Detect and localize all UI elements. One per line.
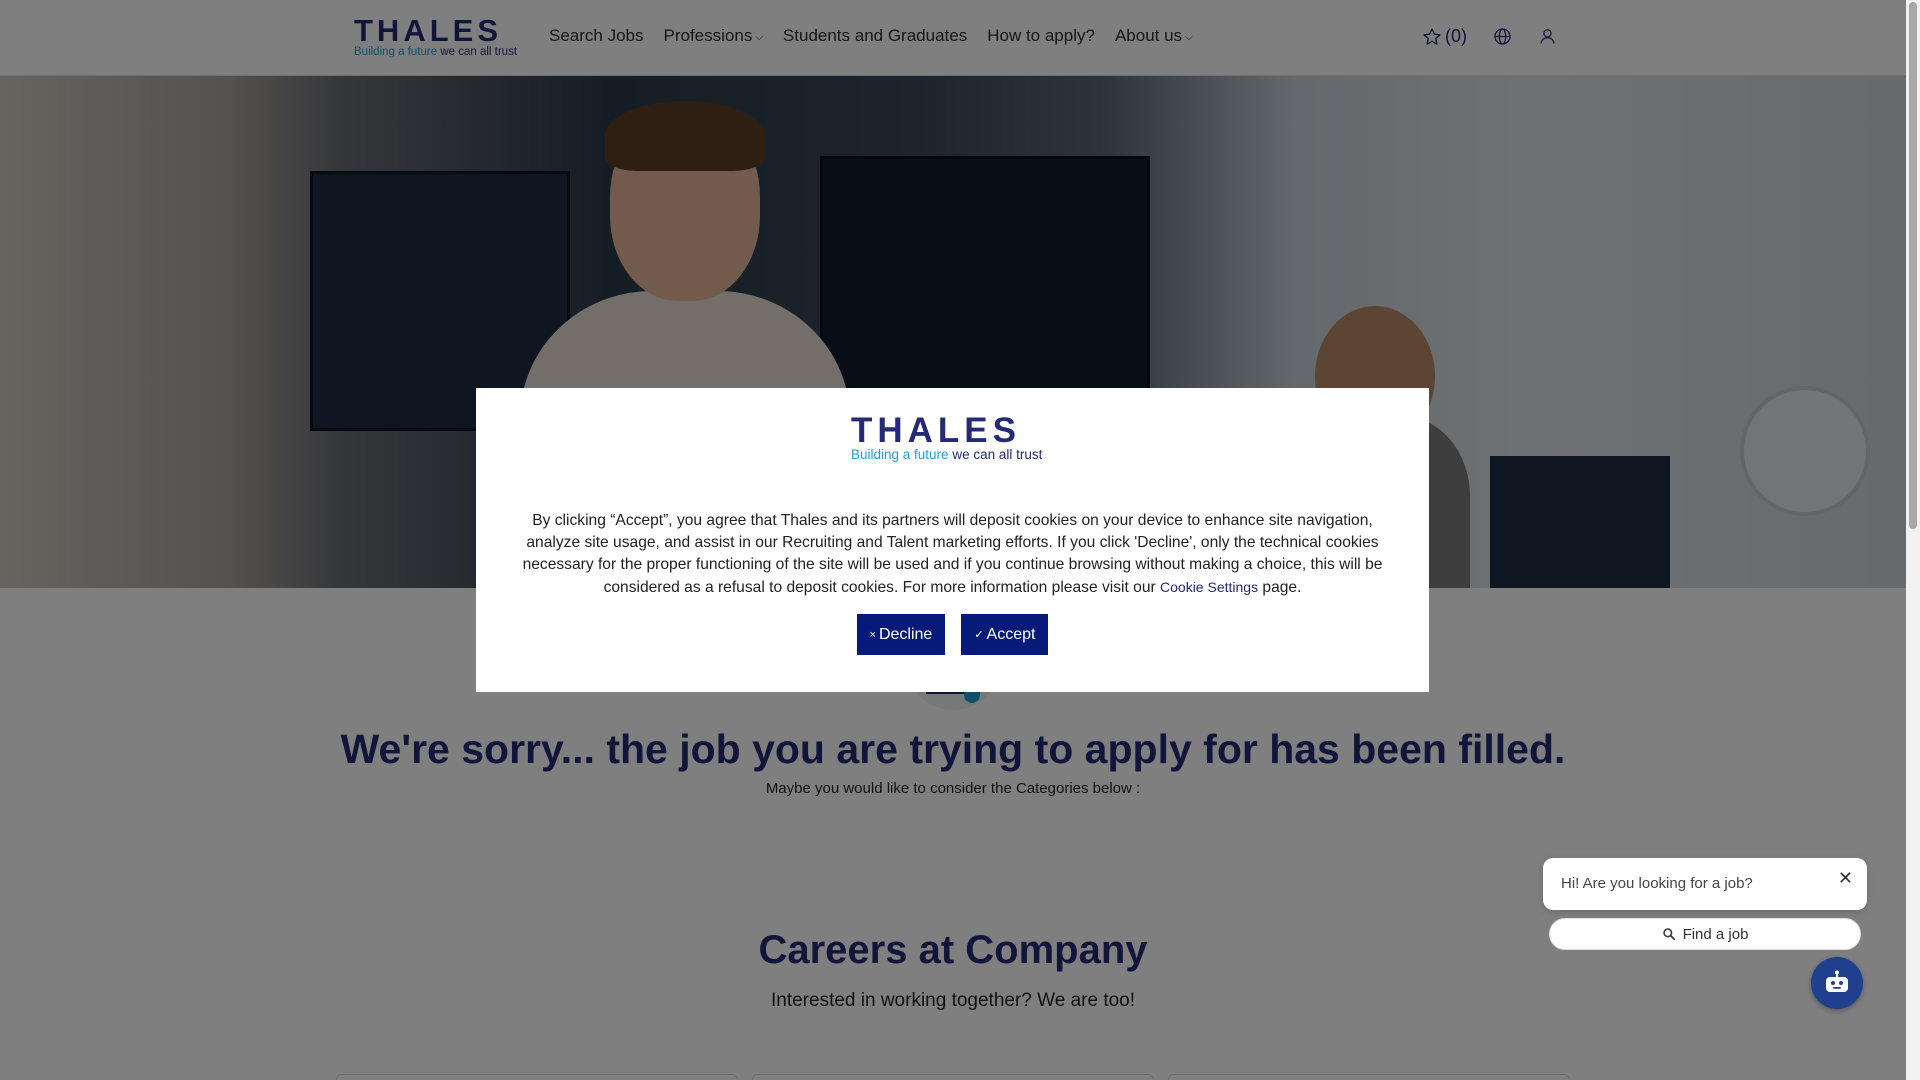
scrollbar-thumb[interactable]: [1909, 2, 1917, 529]
cookie-notice-text: By clicking “Accept”, you agree that Tha…: [512, 510, 1393, 599]
chatbot-launcher[interactable]: [1811, 957, 1863, 1009]
logo-tagline: Building a future we can all trust: [851, 447, 1057, 463]
page-scrollbar[interactable]: [1906, 0, 1920, 1080]
cookie-actions: × Decline ✓ Accept: [476, 614, 1429, 655]
cookie-text-end: page.: [1258, 579, 1302, 596]
find-a-job-label: Find a job: [1682, 925, 1749, 943]
close-icon[interactable]: ✕: [1838, 868, 1853, 889]
logo-wordmark: THALES: [851, 411, 1021, 450]
cookie-settings-link[interactable]: Cookie Settings: [1160, 579, 1258, 595]
logo-tagline-accent: Building a future: [851, 447, 949, 462]
accept-button[interactable]: ✓ Accept: [961, 614, 1049, 655]
chatbot-greeting: Hi! Are you looking for a job? ✕: [1543, 858, 1867, 910]
close-icon: ×: [869, 628, 876, 641]
search-icon: [1662, 928, 1675, 941]
modal-thales-logo: THALES Building a future we can all trus…: [851, 411, 1057, 465]
chatbot-greeting-text: Hi! Are you looking for a job?: [1561, 875, 1753, 892]
find-a-job-button[interactable]: Find a job: [1549, 918, 1861, 950]
decline-button[interactable]: × Decline: [856, 614, 946, 655]
decline-label: Decline: [878, 625, 933, 643]
cookie-consent-dialog: THALES Building a future we can all trus…: [476, 388, 1429, 692]
accept-label: Accept: [986, 625, 1036, 643]
logo-tagline-rest: we can all trust: [948, 447, 1043, 462]
robot-icon: [1826, 970, 1848, 992]
check-icon: ✓: [974, 629, 984, 641]
